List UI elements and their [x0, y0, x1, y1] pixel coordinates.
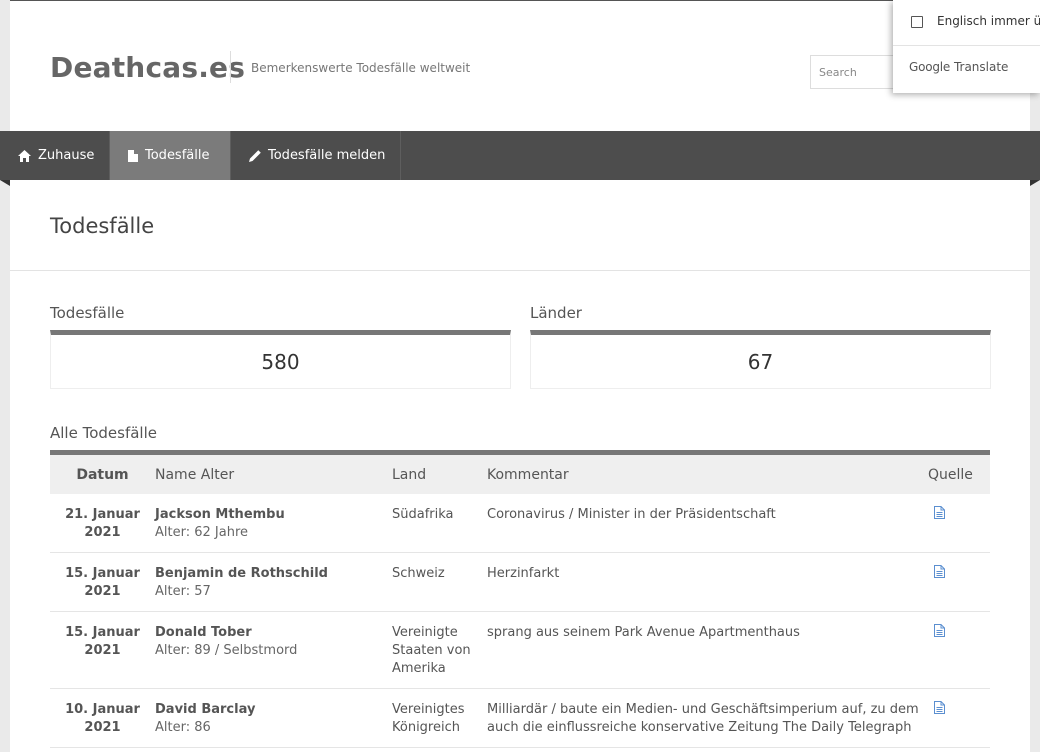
- document-link-icon[interactable]: [934, 624, 945, 637]
- comment-cell: sprang aus seinem Park Avenue Apartmenth…: [487, 611, 928, 689]
- deaths-table: Datum Name Alter Land Kommentar Quelle 2…: [50, 455, 990, 748]
- nav-item-home[interactable]: Zuhause: [0, 131, 110, 180]
- header-date[interactable]: Datum: [50, 455, 155, 494]
- date-day: 21. Januar: [65, 507, 140, 522]
- document-icon: [128, 149, 138, 162]
- header-source[interactable]: Quelle: [928, 455, 990, 494]
- nav-fold-right: [1030, 180, 1040, 186]
- site-logo[interactable]: Deathcas.es: [50, 51, 245, 84]
- person-age: Alter: 89 / Selbstmord: [155, 643, 298, 658]
- always-translate-label[interactable]: Englisch immer übersetzen: [937, 14, 1040, 28]
- table-header-row: Datum Name Alter Land Kommentar Quelle: [50, 455, 990, 494]
- home-icon: [18, 149, 31, 162]
- table-row: 10. Januar 2021 David Barclay Alter: 86 Ve…: [50, 688, 990, 748]
- google-translate-brand: Google Translate: [909, 60, 1008, 74]
- person-name: Donald Tober: [155, 625, 252, 640]
- person-age: Alter: 86: [155, 720, 211, 735]
- deaths-stat-label: Todesfälle: [50, 304, 125, 322]
- person-age: Alter: 57: [155, 584, 211, 599]
- person-name: David Barclay: [155, 702, 256, 717]
- countries-stat-value: 67: [747, 349, 774, 374]
- header-comment[interactable]: Kommentar: [487, 455, 928, 494]
- countries-stat-box: 67: [530, 330, 991, 389]
- header-country[interactable]: Land: [392, 455, 487, 494]
- nav-item-report-death[interactable]: Todesfälle melden: [231, 131, 401, 180]
- logo-separator: [230, 51, 231, 83]
- main-nav: Zuhause Todesfälle Todesfälle melden: [0, 131, 1040, 180]
- source-link[interactable]: [934, 624, 945, 641]
- table-row: 15. Januar 2021 Benjamin de Rothschild Alt…: [50, 552, 990, 612]
- google-translate-popup: Englisch immer übersetzen Google Transla…: [893, 0, 1040, 93]
- nav-item-label: Zuhause: [38, 148, 95, 163]
- title-divider: [10, 270, 1030, 271]
- country-cell: Vereinigtes Königreich: [392, 688, 487, 748]
- source-link[interactable]: [934, 506, 945, 523]
- deaths-stat-value: 580: [261, 349, 300, 374]
- pencil-icon: [249, 149, 261, 162]
- table-row: 15. Januar 2021 Donald Tober Alter: 89 / S…: [50, 611, 990, 689]
- comment-cell: Coronavirus / Minister in der Präsidents…: [487, 494, 928, 553]
- country-cell: Südafrika: [392, 494, 487, 553]
- site-tagline: Bemerkenswerte Todesfälle weltweit: [251, 61, 471, 75]
- google-wordmark: Google: [909, 60, 951, 74]
- date-year: 2021: [84, 720, 121, 735]
- date-day: 15. Januar: [65, 625, 140, 640]
- country-cell: Vereinigte Staaten von Amerika: [392, 611, 487, 689]
- main-content: Todesfälle Todesfälle 580 Länder 67 Alle…: [10, 180, 1030, 752]
- document-link-icon[interactable]: [934, 565, 945, 578]
- table-row: 21. Januar 2021 Jackson Mthembu Alter: 62 …: [50, 494, 990, 553]
- date-year: 2021: [84, 525, 121, 540]
- deaths-table-wrapper: Datum Name Alter Land Kommentar Quelle 2…: [50, 450, 990, 748]
- translate-wordmark: Translate: [953, 60, 1009, 74]
- site-header: Deathcas.es Bemerkenswerte Todesfälle we…: [10, 1, 1030, 131]
- deaths-stat-box: 580: [50, 330, 511, 389]
- page-title: Todesfälle: [50, 214, 155, 238]
- nav-item-label: Todesfälle: [145, 148, 210, 163]
- document-link-icon[interactable]: [934, 701, 945, 714]
- date-day: 15. Januar: [65, 566, 140, 581]
- source-link[interactable]: [934, 565, 945, 582]
- date-year: 2021: [84, 643, 121, 658]
- source-link[interactable]: [934, 701, 945, 718]
- comment-cell: Herzinfarkt: [487, 552, 928, 612]
- countries-stat-label: Länder: [530, 304, 582, 322]
- nav-item-deaths[interactable]: Todesfälle: [110, 131, 231, 180]
- popup-divider: [893, 45, 1040, 46]
- nav-fold-left: [0, 180, 10, 186]
- all-deaths-title: Alle Todesfälle: [50, 424, 157, 442]
- document-link-icon[interactable]: [934, 506, 945, 519]
- date-day: 10. Januar: [65, 702, 140, 717]
- always-translate-checkbox[interactable]: [911, 16, 923, 28]
- nav-item-label: Todesfälle melden: [268, 148, 386, 163]
- country-cell: Schweiz: [392, 552, 487, 612]
- date-year: 2021: [84, 584, 121, 599]
- comment-cell: Milliardär / baute ein Medien- und Gesch…: [487, 688, 928, 748]
- header-name-age[interactable]: Name Alter: [155, 455, 392, 494]
- person-age: Alter: 62 Jahre: [155, 525, 248, 540]
- person-name: Jackson Mthembu: [155, 507, 285, 522]
- person-name: Benjamin de Rothschild: [155, 566, 328, 581]
